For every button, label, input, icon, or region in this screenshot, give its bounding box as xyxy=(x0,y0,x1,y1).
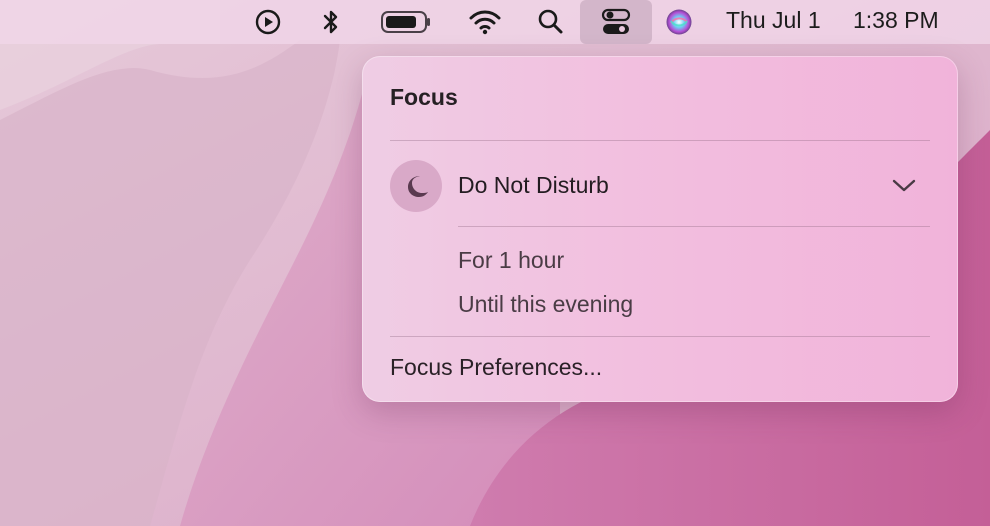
bluetooth-icon[interactable] xyxy=(316,0,346,44)
siri-icon[interactable] xyxy=(662,0,696,44)
chevron-down-icon[interactable] xyxy=(890,174,918,196)
divider xyxy=(390,140,930,141)
divider xyxy=(458,226,930,227)
desktop: Thu Jul 1 1:38 PM Focus Do Not Disturb F… xyxy=(0,0,990,526)
divider xyxy=(390,336,930,337)
moon-icon xyxy=(408,176,428,197)
menubar-date[interactable]: Thu Jul 1 xyxy=(726,0,821,40)
now-playing-icon[interactable] xyxy=(250,0,286,44)
control-center-icon[interactable] xyxy=(580,0,652,44)
do-not-disturb-row[interactable]: Do Not Disturb xyxy=(390,160,930,212)
battery-icon[interactable] xyxy=(378,0,434,44)
do-not-disturb-label: Do Not Disturb xyxy=(458,172,609,198)
option-for-1-hour[interactable]: For 1 hour xyxy=(458,247,564,274)
wifi-icon[interactable] xyxy=(466,0,504,44)
focus-title: Focus xyxy=(390,84,458,110)
spotlight-search-icon[interactable] xyxy=(534,0,568,44)
do-not-disturb-toggle[interactable] xyxy=(390,160,442,212)
focus-panel: Focus Do Not Disturb For 1 hour Until th… xyxy=(362,56,958,402)
focus-preferences-item[interactable]: Focus Preferences... xyxy=(390,354,602,381)
menu-bar: Thu Jul 1 1:38 PM xyxy=(0,0,990,44)
menubar-time[interactable]: 1:38 PM xyxy=(853,0,939,40)
option-until-this-evening[interactable]: Until this evening xyxy=(458,291,633,318)
